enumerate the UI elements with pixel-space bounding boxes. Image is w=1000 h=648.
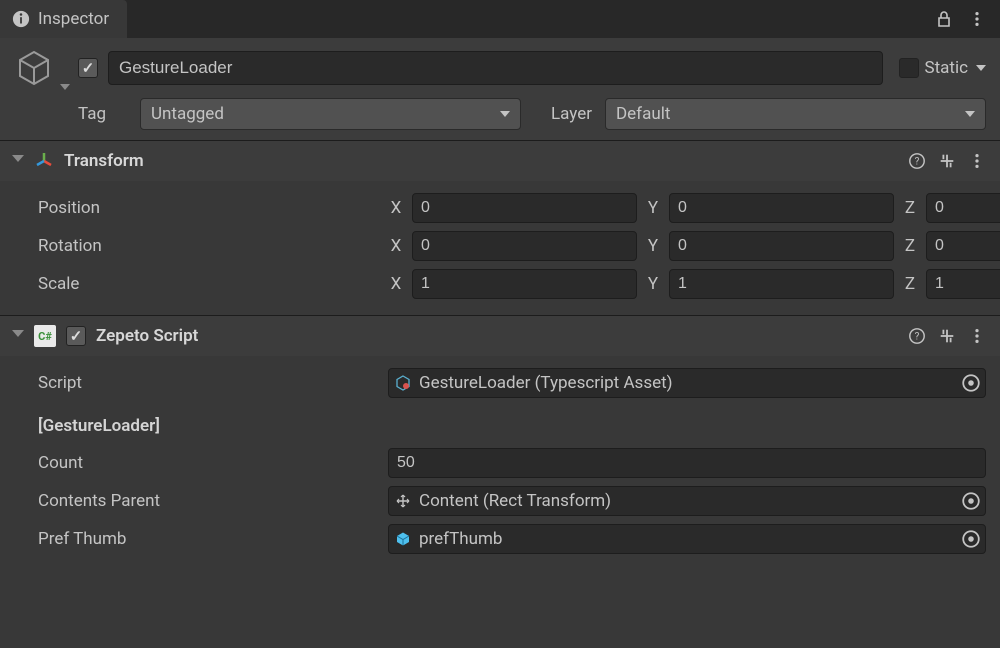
help-icon[interactable]: ? bbox=[908, 327, 926, 345]
position-z-input[interactable] bbox=[926, 193, 1000, 223]
zepeto-script-header[interactable]: C# Zepeto Script ? bbox=[0, 316, 1000, 356]
static-label: Static bbox=[925, 58, 969, 78]
typescript-asset-icon bbox=[395, 375, 411, 391]
contents-parent-field[interactable]: Content (Rect Transform) bbox=[388, 486, 986, 516]
tag-value: Untagged bbox=[151, 104, 224, 124]
zepeto-script-component: C# Zepeto Script ? Script GestureLoader … bbox=[0, 315, 1000, 570]
rotation-x-input[interactable] bbox=[412, 231, 637, 261]
foldout-icon[interactable] bbox=[12, 155, 24, 168]
layer-label: Layer bbox=[533, 104, 593, 124]
axis-z-label: Z bbox=[902, 236, 918, 256]
scale-z-input[interactable] bbox=[926, 269, 1000, 299]
script-object-field[interactable]: GestureLoader (Typescript Asset) bbox=[388, 368, 986, 398]
axis-z-label: Z bbox=[902, 198, 918, 218]
count-input[interactable] bbox=[388, 448, 986, 478]
gameobject-active-checkbox[interactable] bbox=[78, 58, 98, 78]
tab-bar: Inspector bbox=[0, 0, 1000, 38]
tab-title: Inspector bbox=[38, 9, 109, 29]
object-picker-icon[interactable] bbox=[961, 373, 981, 393]
transform-component: Transform ? Position X Y Z Rotation X Y bbox=[0, 140, 1000, 315]
gameobject-header: Static Tag Untagged Layer Default bbox=[0, 38, 1000, 140]
scale-y-input[interactable] bbox=[669, 269, 894, 299]
svg-text:?: ? bbox=[915, 157, 920, 168]
contents-parent-value: Content (Rect Transform) bbox=[419, 491, 611, 511]
transform-icon bbox=[34, 151, 54, 171]
kebab-menu-icon[interactable] bbox=[968, 327, 986, 345]
transform-header[interactable]: Transform ? bbox=[0, 141, 1000, 181]
rotation-y-input[interactable] bbox=[669, 231, 894, 261]
kebab-menu-icon[interactable] bbox=[968, 10, 986, 28]
rotation-label: Rotation bbox=[38, 236, 378, 256]
axis-x-label: X bbox=[388, 198, 404, 218]
layer-value: Default bbox=[616, 104, 670, 124]
foldout-icon[interactable] bbox=[12, 330, 24, 343]
contents-parent-label: Contents Parent bbox=[38, 491, 378, 511]
layer-dropdown[interactable]: Default bbox=[605, 98, 986, 130]
object-picker-icon[interactable] bbox=[961, 491, 981, 511]
script-label: Script bbox=[38, 373, 378, 393]
chevron-down-icon[interactable] bbox=[976, 65, 986, 71]
preset-icon[interactable] bbox=[938, 327, 956, 345]
chevron-down-icon bbox=[60, 84, 70, 90]
position-label: Position bbox=[38, 198, 378, 218]
pref-thumb-label: Pref Thumb bbox=[38, 529, 378, 549]
axis-z-label: Z bbox=[902, 274, 918, 294]
transform-title: Transform bbox=[64, 151, 898, 171]
kebab-menu-icon[interactable] bbox=[968, 152, 986, 170]
info-icon bbox=[12, 10, 30, 28]
rotation-z-input[interactable] bbox=[926, 231, 1000, 261]
position-y-input[interactable] bbox=[669, 193, 894, 223]
tag-dropdown[interactable]: Untagged bbox=[140, 98, 521, 130]
lock-icon[interactable] bbox=[934, 9, 954, 29]
gameobject-name-input[interactable] bbox=[108, 51, 883, 85]
inspector-tab[interactable]: Inspector bbox=[0, 0, 127, 38]
rect-transform-icon bbox=[395, 493, 411, 509]
class-heading: [GestureLoader] bbox=[38, 402, 986, 444]
scale-label: Scale bbox=[38, 274, 378, 294]
object-picker-icon[interactable] bbox=[961, 529, 981, 549]
script-icon: C# bbox=[34, 325, 56, 347]
axis-y-label: Y bbox=[645, 236, 661, 256]
zepeto-script-title: Zepeto Script bbox=[96, 326, 898, 346]
tag-label: Tag bbox=[78, 104, 128, 124]
position-x-input[interactable] bbox=[412, 193, 637, 223]
pref-thumb-value: prefThumb bbox=[419, 529, 502, 549]
svg-text:?: ? bbox=[915, 332, 920, 343]
script-value: GestureLoader (Typescript Asset) bbox=[419, 373, 673, 393]
axis-y-label: Y bbox=[645, 198, 661, 218]
axis-x-label: X bbox=[388, 236, 404, 256]
preset-icon[interactable] bbox=[938, 152, 956, 170]
pref-thumb-field[interactable]: prefThumb bbox=[388, 524, 986, 554]
prefab-icon bbox=[395, 531, 411, 547]
static-checkbox[interactable] bbox=[899, 58, 919, 78]
script-enabled-checkbox[interactable] bbox=[66, 326, 86, 346]
scale-x-input[interactable] bbox=[412, 269, 637, 299]
help-icon[interactable]: ? bbox=[908, 152, 926, 170]
axis-y-label: Y bbox=[645, 274, 661, 294]
count-label: Count bbox=[38, 453, 378, 473]
gameobject-icon[interactable] bbox=[14, 48, 68, 88]
axis-x-label: X bbox=[388, 274, 404, 294]
